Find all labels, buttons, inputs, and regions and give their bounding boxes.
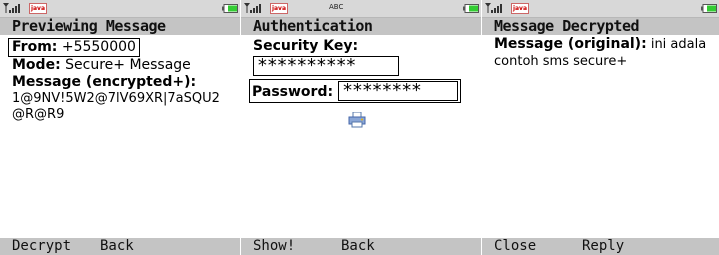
password-input[interactable]: ******** (338, 81, 459, 101)
signal-icon (244, 3, 261, 13)
show-softkey[interactable]: Show! (253, 238, 295, 255)
password-row[interactable]: Password: ******** (249, 79, 462, 103)
screen-previewing-message: java Previewing Message From: +5550000 M… (0, 0, 240, 255)
from-value: +5550000 (61, 39, 136, 55)
screen-title: Message Decrypted (482, 18, 719, 35)
back-softkey[interactable]: Back (100, 238, 134, 255)
java-badge: java (29, 3, 47, 14)
softkey-bar: Decrypt Back (0, 238, 240, 255)
from-field[interactable]: From: +5550000 (8, 38, 140, 57)
auth-form: Security Key: ********** Password: *****… (249, 36, 477, 128)
battery-icon (463, 4, 479, 13)
security-key-label: Security Key: (253, 38, 359, 54)
signal-icon (485, 3, 502, 13)
signal-icon (3, 3, 20, 13)
reply-softkey[interactable]: Reply (582, 238, 624, 255)
message-preview: From: +5550000 Mode: Secure+ Message Mes… (8, 36, 236, 123)
status-bar: java (482, 0, 719, 18)
battery-icon (701, 4, 717, 13)
input-mode-indicator: ABC (329, 3, 344, 11)
softkey-bar: Show! Back (241, 238, 481, 255)
message-label: Message (encrypted+): (12, 74, 197, 90)
screen-title: Authentication (241, 18, 481, 35)
screen-authentication: java ABC Authentication Security Key: **… (241, 0, 481, 255)
decrypted-message: Message (original): ini adala contoh sms… (494, 36, 715, 70)
original-label: Message (original): (494, 36, 647, 52)
java-badge: java (270, 3, 288, 14)
encrypted-message-text: 1@9NV!5W2@7lV69XR|7aSQU2@R@R9 (12, 91, 220, 122)
from-label: From: (12, 39, 58, 55)
password-label: Password: (252, 84, 334, 100)
screen-message-decrypted: java Message Decrypted Message (original… (482, 0, 719, 255)
back-softkey[interactable]: Back (341, 238, 375, 255)
screen-title: Previewing Message (0, 18, 240, 35)
mode-label: Mode: (12, 57, 61, 73)
security-key-input[interactable]: ********** (253, 56, 399, 76)
status-bar: java ABC (241, 0, 481, 18)
decrypt-softkey[interactable]: Decrypt (12, 238, 71, 255)
printer-icon (348, 112, 366, 128)
battery-icon (222, 4, 238, 13)
java-badge: java (511, 3, 529, 14)
status-bar: java (0, 0, 240, 18)
close-softkey[interactable]: Close (494, 238, 536, 255)
softkey-bar: Close Reply (482, 238, 719, 255)
mode-value: Secure+ Message (65, 57, 191, 73)
